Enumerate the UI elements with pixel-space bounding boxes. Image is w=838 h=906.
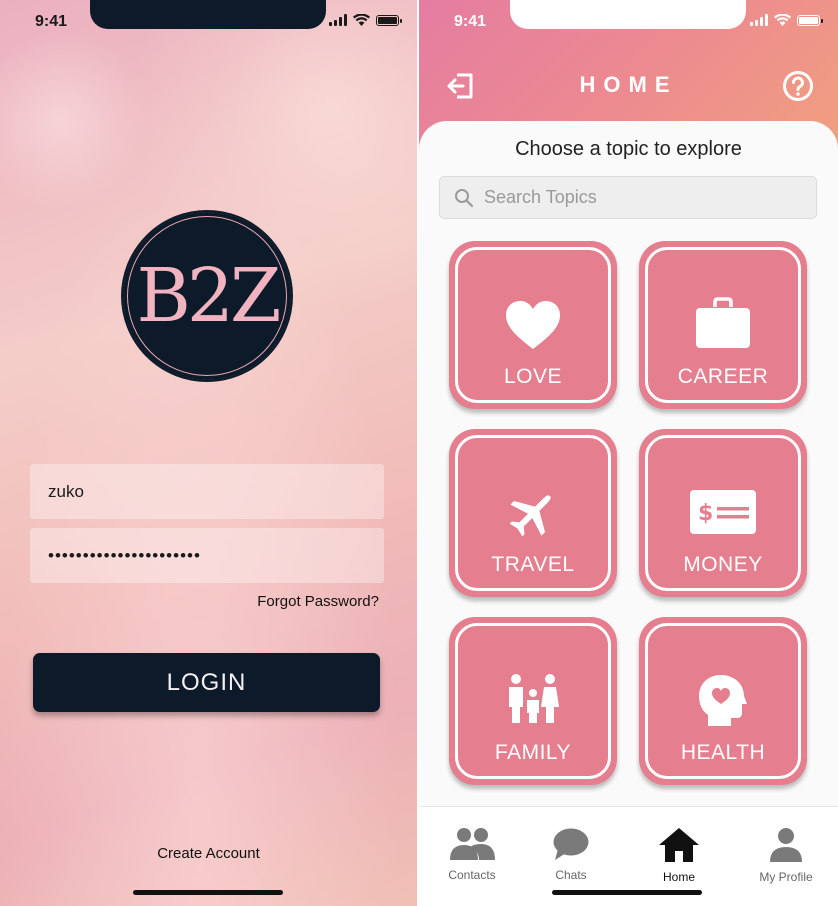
search-icon xyxy=(455,188,474,207)
status-time: 9:41 xyxy=(35,13,68,30)
device-notch xyxy=(510,0,746,29)
family-icon xyxy=(509,674,559,723)
create-account-label: Create Account xyxy=(157,845,260,862)
briefcase-icon xyxy=(696,297,750,348)
create-account-link[interactable]: Create Account xyxy=(0,845,417,862)
device-notch xyxy=(90,0,326,29)
search-placeholder: Search Topics xyxy=(484,187,597,207)
help-icon[interactable] xyxy=(782,70,814,102)
topic-travel[interactable]: TRAVEL xyxy=(449,429,617,597)
forgot-password-link[interactable]: Forgot Password? xyxy=(257,593,379,610)
signal-icon xyxy=(750,14,768,26)
topic-label: HEALTH xyxy=(680,741,766,764)
tab-contacts[interactable]: Contacts xyxy=(427,827,517,882)
bottom-tab-bar: Contacts Chats Home My Profile xyxy=(419,806,838,906)
home-screen: 9:41 HOME Choose a topic to explore Sear… xyxy=(419,0,838,906)
topic-family[interactable]: FAMILY xyxy=(449,617,617,785)
home-indicator xyxy=(552,890,702,895)
password-value: •••••••••••••••••••••• xyxy=(48,545,201,565)
topic-career[interactable]: CAREER xyxy=(639,241,807,409)
login-button[interactable]: LOGIN xyxy=(33,653,380,712)
airplane-icon xyxy=(509,495,551,537)
logo-text: B2Z xyxy=(136,253,282,339)
status-time: 9:41 xyxy=(454,13,487,30)
topic-label: MONEY xyxy=(683,553,763,576)
tab-label: Contacts xyxy=(448,868,496,882)
status-icons xyxy=(750,14,823,26)
password-field[interactable]: •••••••••••••••••••••• xyxy=(30,528,384,583)
tab-label: Chats xyxy=(555,868,587,882)
tab-chats[interactable]: Chats xyxy=(526,827,616,882)
status-icons xyxy=(329,14,402,26)
tab-home[interactable]: Home xyxy=(634,827,724,884)
home-icon xyxy=(659,828,699,862)
signal-icon xyxy=(329,14,347,26)
topic-label: TRAVEL xyxy=(491,553,575,576)
heart-icon xyxy=(506,301,560,349)
tab-label: My Profile xyxy=(759,870,813,884)
profile-icon xyxy=(770,828,802,862)
tab-label: Home xyxy=(662,870,695,884)
contacts-icon xyxy=(450,828,495,860)
page-title: HOME xyxy=(579,72,678,97)
search-input[interactable]: Search Topics xyxy=(439,176,817,219)
tab-my-profile[interactable]: My Profile xyxy=(741,827,831,884)
money-icon: $ xyxy=(690,490,756,534)
topics-heading: Choose a topic to explore xyxy=(515,138,742,160)
home-indicator xyxy=(133,890,283,895)
b2z-logo: B2Z xyxy=(121,210,293,382)
head-heart-icon xyxy=(699,675,747,726)
battery-icon xyxy=(376,14,402,26)
username-value: zuko xyxy=(48,481,84,501)
username-field[interactable]: zuko xyxy=(30,464,384,519)
battery-icon xyxy=(797,14,823,26)
topic-label: FAMILY xyxy=(494,741,572,764)
topic-health[interactable]: HEALTH xyxy=(639,617,807,785)
login-screen: 9:41 B2Z zuko •••••••••••••••••••••• For… xyxy=(0,0,417,906)
wifi-icon xyxy=(774,14,791,26)
topic-label: LOVE xyxy=(503,365,563,388)
topic-money[interactable]: $ MONEY xyxy=(639,429,807,597)
wifi-icon xyxy=(353,14,370,26)
topic-love[interactable]: LOVE xyxy=(449,241,617,409)
chat-icon xyxy=(553,828,589,860)
svg-text:$: $ xyxy=(698,501,713,526)
topic-label: CAREER xyxy=(677,365,769,388)
